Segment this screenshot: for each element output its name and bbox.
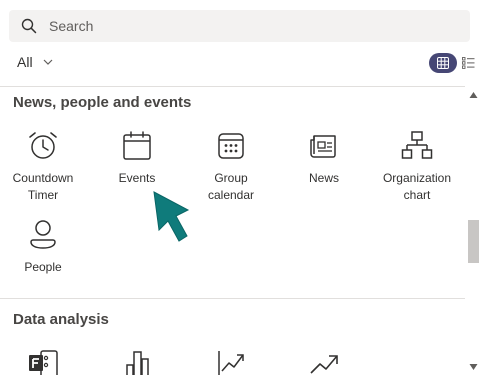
list-view-icon — [461, 57, 474, 69]
tile-label: Group calendar — [207, 171, 255, 202]
section-divider — [0, 298, 465, 299]
tile-organization-chart[interactable]: Organization chart — [377, 130, 457, 204]
tile-people[interactable]: People — [3, 219, 83, 276]
scroll-up-arrow-icon[interactable] — [469, 91, 478, 99]
tile-label: News — [308, 171, 339, 185]
tile-label: People — [24, 260, 62, 274]
line-chart-icon — [218, 351, 244, 375]
filter-dropdown-label: All — [17, 54, 33, 70]
grid-view-icon — [437, 57, 449, 69]
search-icon — [21, 18, 37, 34]
tile-label: Countdown Timer — [12, 171, 74, 202]
alarm-clock-icon — [29, 132, 57, 159]
calendar-icon — [123, 131, 151, 160]
vertical-scrollbar[interactable] — [466, 87, 481, 375]
search-box[interactable] — [9, 10, 470, 42]
tile-forms[interactable] — [3, 349, 83, 375]
forms-icon — [29, 350, 58, 375]
list-view-button[interactable] — [460, 55, 476, 71]
newspaper-icon — [310, 135, 336, 158]
trending-icon — [310, 355, 338, 374]
scrollbar-thumb[interactable] — [468, 220, 479, 263]
tile-news[interactable]: News — [284, 130, 364, 187]
chevron-down-icon — [43, 57, 53, 67]
grid-view-button[interactable] — [429, 53, 457, 73]
org-chart-icon — [401, 131, 433, 159]
scroll-down-arrow-icon[interactable] — [469, 363, 478, 371]
tile-countdown-timer[interactable]: Countdown Timer — [3, 130, 83, 204]
person-icon — [30, 220, 56, 249]
search-input[interactable] — [47, 11, 451, 41]
tile-group-calendar[interactable]: Group calendar — [191, 130, 271, 204]
view-toggle — [429, 53, 476, 73]
bar-chart-icon — [126, 351, 149, 375]
web-part-list: News, people and events Countdown Timer … — [0, 87, 465, 375]
web-part-picker: All — [0, 0, 481, 375]
tile-label: Events — [118, 171, 156, 185]
section-title-data-analysis: Data analysis — [13, 311, 109, 328]
tile-line-chart[interactable] — [191, 349, 271, 375]
tile-label: Organization chart — [382, 171, 452, 202]
filter-row: All — [0, 48, 481, 78]
group-calendar-icon — [218, 133, 244, 159]
tile-bar-chart[interactable] — [97, 349, 177, 375]
filter-dropdown[interactable]: All — [17, 54, 53, 70]
tile-trending[interactable] — [284, 349, 364, 375]
tile-events[interactable]: Events — [97, 130, 177, 187]
section-title-news-people-events: News, people and events — [13, 94, 192, 111]
